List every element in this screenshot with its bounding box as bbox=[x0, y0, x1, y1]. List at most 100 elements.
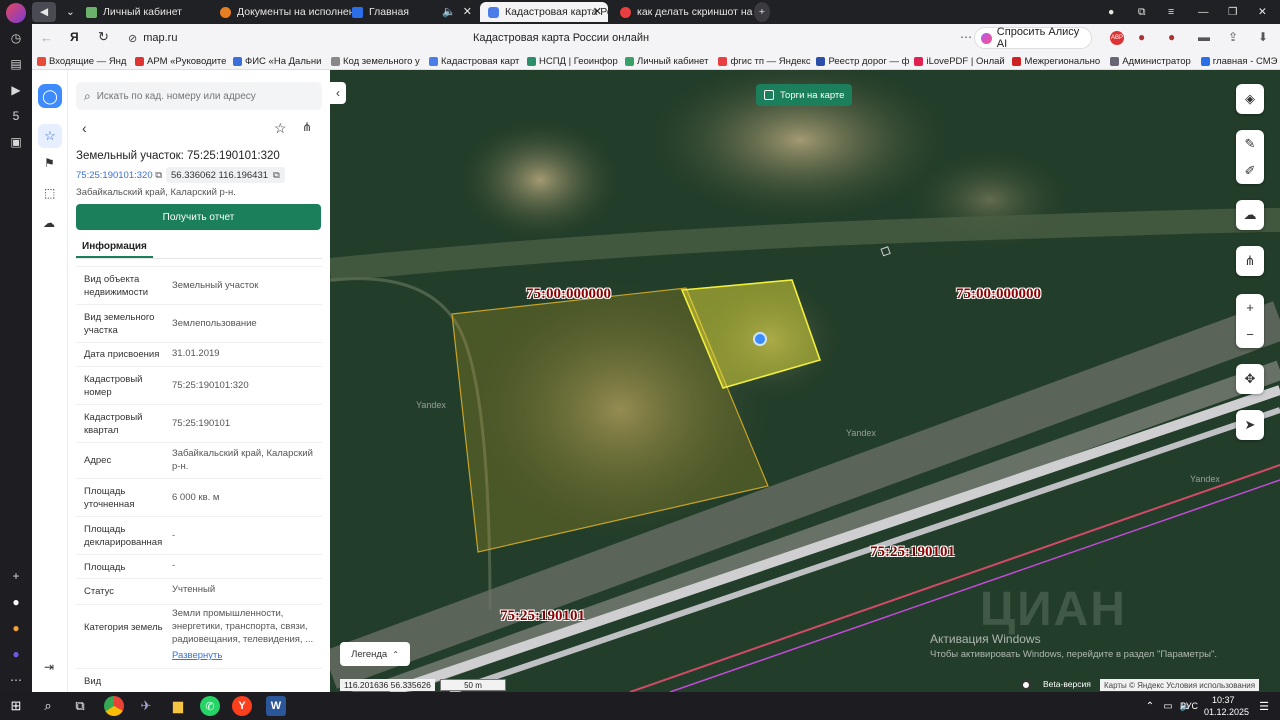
extension-icon[interactable]: ● bbox=[1138, 30, 1145, 44]
restore-icon[interactable]: ❐ bbox=[1228, 2, 1244, 22]
app-logo-icon[interactable]: ◯ bbox=[38, 84, 62, 108]
zoom-in-icon[interactable]: + bbox=[1246, 300, 1254, 315]
alice-icon[interactable]: ● bbox=[6, 592, 26, 612]
tab-main[interactable]: Главная 🔈 ✕ bbox=[344, 2, 478, 22]
collections-icon[interactable]: ⧉ bbox=[1138, 2, 1154, 22]
bookmark-item[interactable]: Реестр дорог — ф bbox=[811, 52, 909, 69]
coords-chip[interactable]: 56.336062 116.196431 ⧉ bbox=[166, 167, 285, 183]
menu-icon[interactable]: ≡ bbox=[1168, 2, 1184, 22]
auctions-toggle[interactable]: Торги на карте bbox=[756, 84, 852, 106]
adblock-icon[interactable]: ABP bbox=[1110, 31, 1124, 45]
favorites-icon[interactable]: ☆ bbox=[38, 124, 62, 148]
close-icon[interactable]: ✕ bbox=[593, 5, 602, 18]
cad-number-link[interactable]: 75:25:190101:320 ⧉ bbox=[76, 170, 162, 181]
search-icon[interactable]: ⌕ bbox=[38, 696, 58, 716]
notifications-icon[interactable]: ☰ bbox=[1254, 696, 1274, 716]
network-icon[interactable]: ▭ bbox=[1158, 696, 1178, 716]
tab-cadastral[interactable]: Кадастровая карта Рос ✕ bbox=[480, 2, 608, 22]
layers-button[interactable]: ◈ bbox=[1236, 84, 1264, 114]
bookmark-item[interactable]: фгис тп — Яндекс bbox=[713, 52, 811, 69]
copy-icon[interactable]: ⧉ bbox=[273, 170, 280, 181]
tab-audio-icon[interactable]: 🔈 bbox=[442, 5, 456, 18]
yandex-browser-icon[interactable]: Y bbox=[232, 696, 252, 716]
search-input[interactable] bbox=[96, 90, 307, 102]
pan-button[interactable]: ✥ bbox=[1236, 364, 1264, 394]
pencil-icon[interactable]: ✎ bbox=[1245, 136, 1256, 152]
tab-lk[interactable]: Личный кабинет bbox=[78, 2, 210, 22]
login-icon[interactable]: ⇥ bbox=[44, 660, 54, 674]
info-icon[interactable] bbox=[1021, 680, 1031, 690]
share-map-button[interactable]: ⋔ bbox=[1236, 246, 1264, 276]
cloud-icon[interactable]: ☁ bbox=[43, 216, 55, 230]
share-icon[interactable]: ⇪ bbox=[1228, 30, 1238, 44]
tray-chevron-icon[interactable]: ⌃ bbox=[1140, 696, 1160, 716]
app-icon[interactable]: ● bbox=[6, 644, 26, 664]
bookmark-item[interactable]: Личный кабинет bbox=[620, 52, 713, 69]
account-icon[interactable]: ● bbox=[1108, 2, 1124, 22]
select-area-icon[interactable]: ⬚ bbox=[44, 186, 55, 200]
back-icon[interactable]: ← bbox=[40, 30, 53, 45]
collapse-panel-button[interactable]: ‹ bbox=[330, 82, 346, 104]
profile-icon[interactable] bbox=[6, 3, 26, 23]
copyright[interactable]: Карты © Яндекс Условия использования bbox=[1100, 679, 1260, 691]
get-report-button[interactable]: Получить отчет bbox=[76, 204, 321, 230]
media-icon[interactable]: ▣ bbox=[6, 132, 26, 152]
counter-icon[interactable]: 5 bbox=[6, 106, 26, 126]
search-box[interactable]: ⌕ bbox=[76, 82, 322, 110]
bookmark-item[interactable]: Кадастровая карт bbox=[424, 52, 522, 69]
window-close-icon[interactable]: ✕ bbox=[1258, 2, 1274, 22]
bookmark-item[interactable]: Межрегионально bbox=[1007, 52, 1105, 69]
windows-start-icon[interactable]: ⊞ bbox=[6, 696, 26, 716]
clock-time[interactable]: 10:37 bbox=[1212, 695, 1235, 705]
notes-icon[interactable]: ▤ bbox=[6, 54, 26, 74]
add-icon[interactable]: + bbox=[6, 566, 26, 586]
legend-button[interactable]: Легенда ⌃ bbox=[340, 642, 410, 666]
yandex-icon[interactable]: Я bbox=[70, 30, 79, 44]
minimize-icon[interactable]: — bbox=[1198, 2, 1214, 22]
site-info-icon[interactable]: ⊘ bbox=[128, 32, 137, 45]
zoom-out-icon[interactable]: − bbox=[1246, 327, 1254, 342]
checkbox-icon[interactable] bbox=[764, 90, 774, 100]
parcel-marker-icon[interactable] bbox=[753, 332, 767, 346]
star-icon[interactable]: ☆ bbox=[274, 120, 287, 137]
extension-icon[interactable]: ● bbox=[1168, 30, 1175, 44]
bookmark-item[interactable]: Входящие — Янд bbox=[32, 52, 130, 69]
whatsapp-icon[interactable]: ✆ bbox=[200, 696, 220, 716]
app-icon[interactable]: ✈ bbox=[136, 696, 156, 716]
url-text[interactable]: map.ru bbox=[143, 32, 177, 44]
history-icon[interactable]: ◷ bbox=[6, 28, 26, 48]
task-view-icon[interactable]: ⧉ bbox=[70, 696, 90, 716]
url-box[interactable]: ⊘ map.ru Кадастровая карта России онлайн… bbox=[120, 27, 1002, 49]
reload-icon[interactable]: ↻ bbox=[98, 29, 109, 45]
share-icon[interactable]: ⋔ bbox=[302, 120, 312, 134]
tab-sound-icon[interactable]: ◀ bbox=[32, 2, 56, 22]
extension-icon[interactable]: ▬ bbox=[1198, 30, 1210, 44]
bookmark-item[interactable]: Код земельного у bbox=[326, 52, 424, 69]
ask-alice-button[interactable]: Спросить Алису AI bbox=[974, 26, 1092, 50]
tab-information[interactable]: Информация bbox=[76, 236, 153, 258]
bookmark-item[interactable]: iLovePDF | Онлай bbox=[909, 52, 1007, 69]
video-icon[interactable]: ▶ bbox=[6, 80, 26, 100]
folder-icon[interactable]: ▆ bbox=[168, 696, 188, 716]
back-arrow-icon[interactable]: ‹ bbox=[82, 120, 87, 136]
language-indicator[interactable]: РУС bbox=[1180, 701, 1198, 711]
new-tab-button[interactable]: + bbox=[754, 2, 770, 22]
tab-list-icon[interactable]: ⌄ bbox=[58, 2, 74, 22]
expand-link[interactable]: Развернуть bbox=[172, 649, 318, 662]
clock-date[interactable]: 01.12.2025 bbox=[1204, 707, 1249, 717]
map-view[interactable]: 75:00:000000 75:00:000000 75:25:190101 7… bbox=[330, 70, 1280, 692]
bookmark-item[interactable]: ФИС «На Дальни bbox=[228, 52, 326, 69]
more-icon[interactable]: ⋯ bbox=[960, 30, 972, 44]
close-icon[interactable]: ✕ bbox=[463, 5, 472, 18]
edit-icon[interactable]: ✐ bbox=[1245, 163, 1256, 179]
bookmark-item[interactable]: главная - СМЭ bbox=[1196, 52, 1280, 69]
bookmark-item[interactable]: Администратор bbox=[1105, 52, 1196, 69]
upload-button[interactable]: ☁ bbox=[1236, 200, 1264, 230]
more-icon[interactable]: ⋯ bbox=[6, 670, 26, 690]
locate-button[interactable]: ➤ bbox=[1236, 410, 1264, 440]
smile-icon[interactable]: ● bbox=[6, 618, 26, 638]
tab-screenshot[interactable]: как делать скриншот на к bbox=[612, 2, 754, 22]
chrome-icon[interactable] bbox=[104, 696, 124, 716]
downloads-icon[interactable]: ⬇ bbox=[1258, 30, 1268, 44]
copy-icon[interactable]: ⧉ bbox=[155, 170, 162, 181]
